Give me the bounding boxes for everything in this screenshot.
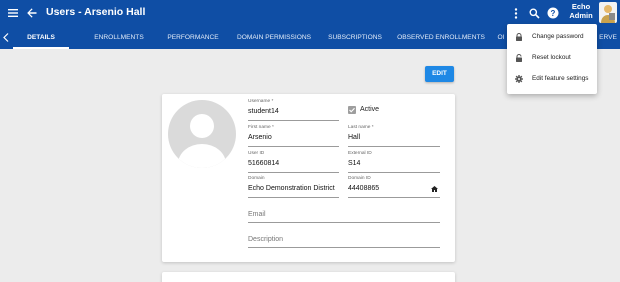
user-id-label: User ID bbox=[248, 151, 265, 156]
menu-item-reset-lockout[interactable]: Reset lockout bbox=[507, 48, 597, 68]
back-arrow-icon[interactable] bbox=[26, 7, 38, 19]
app-bar: Users - Arsenio Hall ? Echo Admin bbox=[0, 0, 620, 26]
tab-details[interactable]: DETAILS bbox=[13, 26, 69, 49]
svg-text:?: ? bbox=[551, 9, 556, 18]
description-placeholder: Description bbox=[248, 236, 284, 243]
gear-icon bbox=[515, 75, 523, 83]
lock-icon bbox=[516, 33, 522, 41]
menu-item-label: Reset lockout bbox=[532, 54, 571, 61]
help-icon[interactable]: ? bbox=[547, 7, 559, 19]
more-vert-icon[interactable] bbox=[513, 8, 519, 19]
edit-button[interactable]: EDIT bbox=[425, 66, 454, 82]
user-last-name: Admin bbox=[569, 10, 593, 20]
email-placeholder: Email bbox=[248, 211, 266, 218]
last-name-label: Last name * bbox=[348, 125, 374, 130]
avatar[interactable] bbox=[599, 2, 617, 23]
unlock-icon bbox=[516, 54, 522, 62]
secondary-card bbox=[162, 272, 455, 282]
description-field[interactable]: Description bbox=[248, 226, 440, 248]
domain-field[interactable]: Domain Echo Demonstration District bbox=[248, 176, 339, 198]
domain-label: Domain bbox=[248, 176, 265, 181]
tab-observed-enrollments[interactable]: OBSERVED ENROLLMENTS bbox=[396, 26, 486, 49]
external-id-value: S14 bbox=[348, 160, 361, 167]
menu-item-change-password[interactable]: Change password bbox=[507, 27, 597, 47]
external-id-field[interactable]: External ID S14 bbox=[348, 151, 440, 173]
menu-item-edit-feature-settings[interactable]: Edit feature settings bbox=[507, 69, 597, 89]
page-title: Users - Arsenio Hall bbox=[46, 6, 146, 18]
domain-id-field[interactable]: Domain ID 44408865 bbox=[348, 176, 440, 198]
external-id-label: External ID bbox=[348, 151, 372, 156]
tab-enrollments[interactable]: ENROLLMENTS bbox=[86, 26, 152, 49]
username-label: Username * bbox=[248, 99, 274, 104]
tab-domain-permissions[interactable]: DOMAIN PERMISSIONS bbox=[234, 26, 314, 49]
user-id-value: 51660814 bbox=[248, 160, 280, 167]
domain-value: Echo Demonstration District bbox=[248, 185, 335, 192]
username-field[interactable]: Username * student14 bbox=[248, 99, 339, 121]
tab-partial-1[interactable]: OI bbox=[494, 26, 508, 49]
check-icon bbox=[349, 107, 355, 113]
actions-menu: Change password Reset lockout Edit featu… bbox=[507, 24, 597, 94]
active-label: Active bbox=[360, 106, 380, 113]
tab-partial-2[interactable]: ERVE bbox=[597, 26, 619, 49]
menu-item-label: Change password bbox=[532, 33, 584, 40]
first-name-field[interactable]: First name * Arsenio bbox=[248, 125, 339, 147]
search-icon[interactable] bbox=[529, 8, 540, 19]
profile-photo-placeholder bbox=[168, 100, 236, 168]
username-value: student14 bbox=[248, 108, 279, 115]
active-checkbox[interactable] bbox=[348, 106, 356, 114]
tabs-scroll-left-icon[interactable] bbox=[3, 33, 9, 42]
user-name[interactable]: Echo Admin bbox=[563, 2, 599, 20]
last-name-value: Hall bbox=[348, 134, 361, 141]
email-field[interactable]: Email bbox=[248, 201, 440, 223]
menu-item-label: Edit feature settings bbox=[532, 75, 589, 82]
last-name-field[interactable]: Last name * Hall bbox=[348, 125, 440, 147]
tab-subscriptions[interactable]: SUBSCRIPTIONS bbox=[322, 26, 388, 49]
first-name-value: Arsenio bbox=[248, 134, 272, 141]
first-name-label: First name * bbox=[248, 125, 274, 130]
domain-id-label: Domain ID bbox=[348, 176, 371, 181]
home-icon[interactable] bbox=[431, 186, 438, 192]
tab-performance[interactable]: PERFORMANCE bbox=[160, 26, 226, 49]
domain-id-value: 44408865 bbox=[348, 185, 380, 192]
user-id-field[interactable]: User ID 51660814 bbox=[248, 151, 339, 173]
menu-icon[interactable] bbox=[7, 7, 19, 19]
